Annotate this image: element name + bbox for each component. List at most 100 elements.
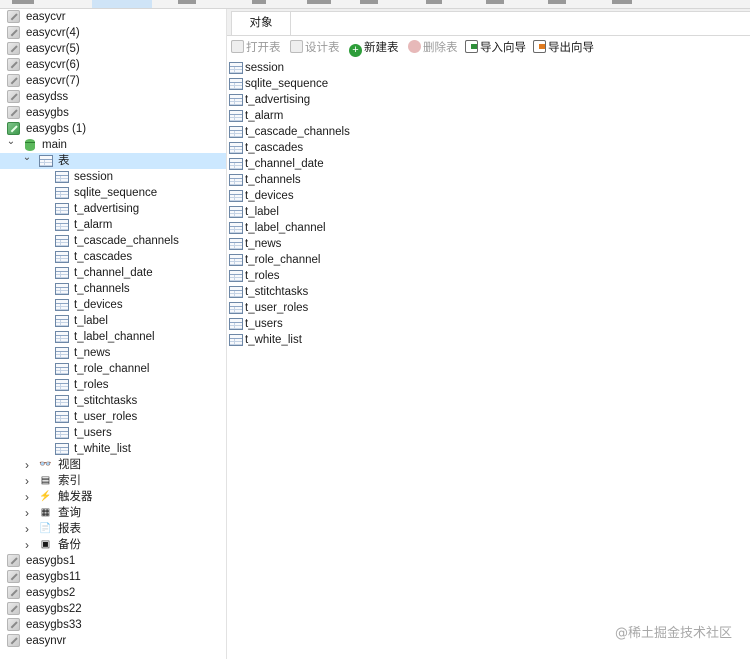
object-list-item[interactable]: t_label_channel (227, 220, 387, 236)
tree-table-item[interactable]: t_role_channel (0, 361, 226, 377)
table-icon (229, 302, 243, 314)
tab-objects[interactable]: 对象 (231, 11, 291, 35)
connection-label: easygbs11 (26, 571, 81, 583)
tree-connection-item[interactable]: easygbs22 (0, 601, 226, 617)
menu-bar (0, 0, 750, 9)
tree-table-item[interactable]: t_alarm (0, 217, 226, 233)
tree-node-report[interactable]: › 📄 报表 (0, 521, 226, 537)
tree-table-item[interactable]: t_channels (0, 281, 226, 297)
tree-node-lightning[interactable]: › ⚡ 触发器 (0, 489, 226, 505)
chevron-down-icon[interactable]: ⌄ (22, 150, 32, 166)
tree-table-item[interactable]: t_white_list (0, 441, 226, 457)
connection-icon (7, 554, 20, 567)
chevron-right-icon[interactable]: › (22, 457, 32, 473)
tree-connection-item[interactable]: easygbs2 (0, 585, 226, 601)
object-list-item[interactable]: t_news (227, 236, 387, 252)
tree-table-item[interactable]: t_label_channel (0, 329, 226, 345)
object-list-item[interactable]: session (227, 60, 387, 76)
tree-table-item[interactable]: t_devices (0, 297, 226, 313)
tab-strip: 对象 (227, 9, 750, 36)
tree-node-index[interactable]: › ▤ 索引 (0, 473, 226, 489)
open-table-button[interactable]: 打开表 (231, 40, 281, 56)
connection-label: easygbs2 (26, 587, 76, 599)
object-panel: 对象 打开表 设计表 + 新建表 删除表 导入向导 导出向导 session sql… (227, 9, 750, 659)
tree-connection-item[interactable]: easygbs11 (0, 569, 226, 585)
new-table-button[interactable]: + 新建表 (349, 40, 399, 57)
object-label: t_label (245, 206, 279, 218)
tree-table-item[interactable]: t_cascades (0, 249, 226, 265)
connection-icon (7, 570, 20, 583)
chevron-right-icon[interactable]: › (22, 489, 32, 505)
chevron-right-icon[interactable]: › (22, 505, 32, 521)
table-icon (55, 299, 69, 311)
tree-node-query[interactable]: › ▦ 查询 (0, 505, 226, 521)
tree-tables-node[interactable]: ⌄ 表 (0, 150, 226, 169)
connection-icon (7, 618, 20, 631)
menu-item-active[interactable] (92, 0, 152, 8)
tree-node-glasses[interactable]: › 👓 视图 (0, 457, 226, 473)
table-icon (229, 158, 243, 170)
chevron-right-icon[interactable]: › (22, 521, 32, 537)
object-label: t_cascades (245, 142, 304, 154)
object-list-item[interactable]: t_advertising (227, 92, 387, 108)
tree-connection-item[interactable]: easycvr(7) (0, 73, 226, 89)
delete-table-button[interactable]: 删除表 (408, 40, 458, 56)
table-icon (229, 318, 243, 330)
open-table-icon (231, 40, 244, 53)
object-list-item[interactable]: sqlite_sequence (227, 76, 387, 92)
connection-label: easynvr (26, 635, 67, 647)
tree-connection-item[interactable]: easygbs (0, 105, 226, 121)
tree-connection-item[interactable]: easycvr (0, 9, 226, 25)
tree-node-backup[interactable]: › ▣ 备份 (0, 537, 226, 553)
table-icon (55, 267, 69, 279)
design-table-button[interactable]: 设计表 (290, 40, 340, 56)
tree-table-item[interactable]: t_roles (0, 377, 226, 393)
object-list-item[interactable]: t_alarm (227, 108, 387, 124)
connection-label: easycvr(7) (26, 75, 80, 87)
object-list-item[interactable]: t_cascade_channels (227, 124, 387, 140)
tree-database-main[interactable]: ⌄ main (0, 134, 226, 153)
chevron-right-icon[interactable]: › (22, 473, 32, 489)
tree-connection-item[interactable]: easynvr (0, 633, 226, 649)
tree-table-item[interactable]: session (0, 169, 226, 185)
tree-table-item[interactable]: t_users (0, 425, 226, 441)
chevron-right-icon[interactable]: › (22, 537, 32, 553)
object-list-item[interactable]: t_white_list (227, 332, 387, 348)
tree-connection-item[interactable]: easygbs1 (0, 553, 226, 569)
object-list-item[interactable]: t_label (227, 204, 387, 220)
object-list-item[interactable]: t_users (227, 316, 387, 332)
object-list-item[interactable]: t_roles (227, 268, 387, 284)
connection-label: easycvr(4) (26, 27, 80, 39)
tree-table-item[interactable]: t_channel_date (0, 265, 226, 281)
table-icon (229, 94, 243, 106)
tree-table-item[interactable]: t_stitchtasks (0, 393, 226, 409)
tree-connection-item[interactable]: easycvr(5) (0, 41, 226, 57)
chevron-down-icon[interactable]: ⌄ (6, 134, 16, 150)
table-icon (229, 62, 243, 74)
object-list-item[interactable]: t_role_channel (227, 252, 387, 268)
table-icon (229, 126, 243, 138)
object-list-item[interactable]: t_cascades (227, 140, 387, 156)
tree-connection-item[interactable]: easycvr(4) (0, 25, 226, 41)
table-icon (55, 203, 69, 215)
tree-connection-item[interactable]: easygbs (1) (0, 121, 226, 137)
import-wizard-button[interactable]: 导入向导 (465, 40, 526, 56)
tree-table-item[interactable]: t_label (0, 313, 226, 329)
connection-label: easygbs33 (26, 619, 82, 631)
tree-connection-item[interactable]: easycvr(6) (0, 57, 226, 73)
export-wizard-button[interactable]: 导出向导 (533, 40, 594, 56)
object-list-item[interactable]: t_channel_date (227, 156, 387, 172)
object-list-item[interactable]: t_stitchtasks (227, 284, 387, 300)
tree-table-item[interactable]: t_news (0, 345, 226, 361)
object-list-item[interactable]: t_user_roles (227, 300, 387, 316)
tree-connection-item[interactable]: easydss (0, 89, 226, 105)
table-label: t_channel_date (74, 267, 153, 279)
object-list-item[interactable]: t_channels (227, 172, 387, 188)
tree-table-item[interactable]: sqlite_sequence (0, 185, 226, 201)
tree-connection-item[interactable]: easygbs33 (0, 617, 226, 633)
object-list-item[interactable]: t_devices (227, 188, 387, 204)
tree-table-item[interactable]: t_user_roles (0, 409, 226, 425)
tree-table-item[interactable]: t_cascade_channels (0, 233, 226, 249)
tree-table-item[interactable]: t_advertising (0, 201, 226, 217)
tree-node-label: 触发器 (58, 491, 93, 503)
